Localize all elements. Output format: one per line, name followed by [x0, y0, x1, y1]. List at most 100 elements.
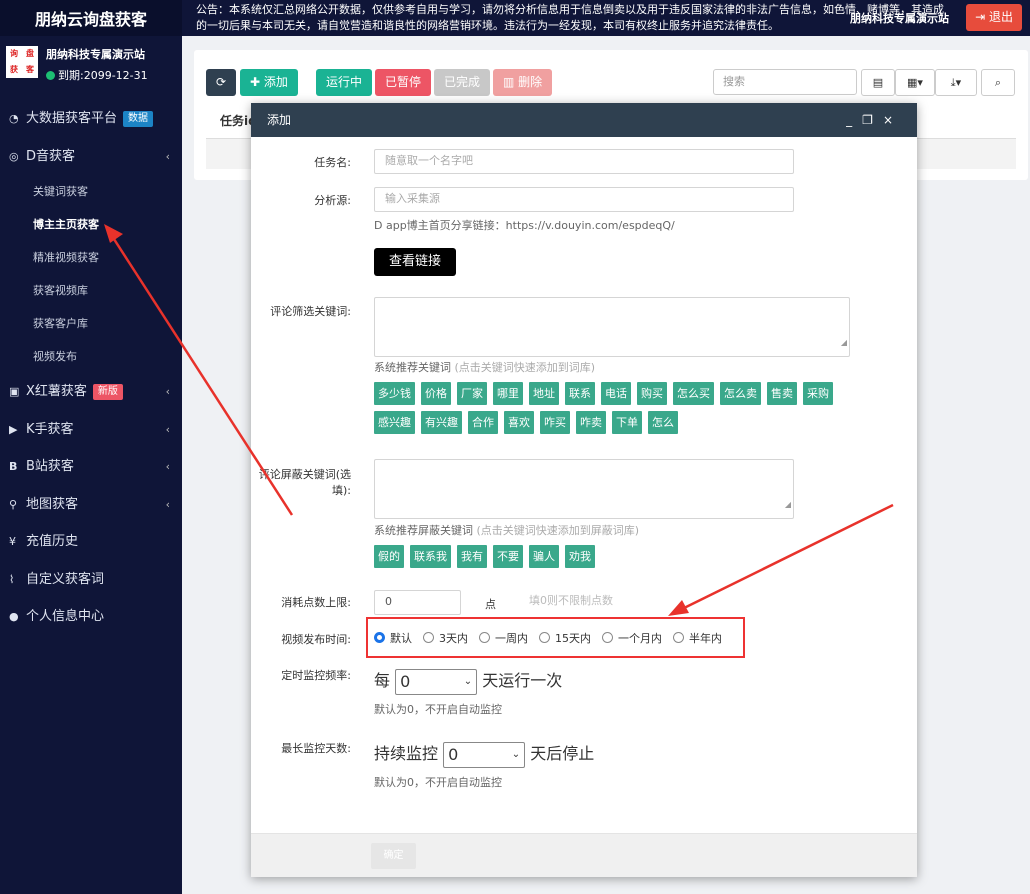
submenu-video-lib[interactable]: 获客视频库	[0, 274, 182, 307]
menu-item-profile[interactable]: ● 个人信息中心	[0, 598, 182, 636]
task-name-input[interactable]: 随意取一个名字吧	[374, 149, 794, 174]
confirm-button[interactable]: 确定	[371, 843, 416, 869]
download-icon: ⤓▾	[950, 76, 962, 89]
block-keyword-tag[interactable]: 不要	[493, 545, 523, 568]
keyword-tag[interactable]: 联系	[565, 382, 595, 405]
source-input[interactable]: 输入采集源	[374, 187, 794, 212]
keyword-tag[interactable]: 怎么买	[673, 382, 714, 405]
freq-select[interactable]: 0 ⌄	[395, 668, 478, 695]
block-keyword-textarea[interactable]: ◢	[374, 459, 794, 519]
search-button[interactable]: ⌕	[981, 69, 1015, 96]
menu-item-map[interactable]: ⚲ 地图获客 ‹	[0, 486, 182, 524]
submenu-customer-lib[interactable]: 获客客户库	[0, 307, 182, 340]
refresh-button[interactable]: ⟳	[206, 69, 236, 96]
submenu-video-publish[interactable]: 视频发布	[0, 340, 182, 373]
menu-item-kuaishou[interactable]: ▶ K手获客 ‹	[0, 411, 182, 449]
menu-item-bilibili[interactable]: B B站获客 ‹	[0, 448, 182, 486]
menu-item-custom-words[interactable]: ⌇ 自定义获客词	[0, 561, 182, 599]
keyword-tag[interactable]: 怎么	[648, 411, 678, 434]
kuaishou-icon: ▶	[9, 422, 18, 436]
search-input[interactable]: 搜索	[713, 69, 857, 95]
view-link-button[interactable]: 查看链接	[374, 248, 456, 276]
freq-value: 0	[400, 671, 411, 691]
menu-item-xiaohongshu[interactable]: ▣ X红薯获客 新版 ‹	[0, 373, 182, 411]
plus-icon: ✚	[250, 75, 264, 89]
keyword-tag[interactable]: 售卖	[767, 382, 797, 405]
keyword-tag[interactable]: 采购	[803, 382, 833, 405]
radio-label: 默认	[390, 631, 412, 645]
sidebar-menu: ◔ 大数据获客平台 数据 ◎ D音获客 ‹ 关键词获客 博主主页获客 精准视频获客 获客…	[0, 100, 182, 636]
keyword-tag[interactable]: 厂家	[457, 382, 487, 405]
window-controls: _❐×	[846, 103, 903, 137]
logout-label: 退出	[988, 10, 1013, 24]
block-keyword-tag[interactable]: 我有	[457, 545, 487, 568]
block-keyword-tag[interactable]: 劝我	[565, 545, 595, 568]
close-icon[interactable]: ×	[883, 113, 903, 127]
resize-handle-icon: ◢	[784, 500, 791, 509]
keyword-tag[interactable]: 喜欢	[504, 411, 534, 434]
radio-icon	[423, 632, 434, 643]
radio-checked-icon	[374, 632, 385, 643]
points-input[interactable]: 0	[374, 590, 461, 615]
modal-header: 添加 _❐×	[251, 103, 917, 137]
logout-button[interactable]: ⇥ 退出	[966, 4, 1022, 31]
restore-icon[interactable]: ❐	[862, 113, 883, 127]
keyword-tag[interactable]: 购买	[637, 382, 667, 405]
menu-item-recharge[interactable]: ¥ 充值历史	[0, 523, 182, 561]
keyword-tag[interactable]: 下单	[612, 411, 642, 434]
radio-15days[interactable]: 15天内	[539, 630, 591, 646]
add-button[interactable]: ✚ 添加	[240, 69, 298, 96]
radio-halfyear[interactable]: 半年内	[673, 630, 722, 646]
expire-text: 到期:2099-12-31	[58, 69, 148, 82]
xiaohongshu-icon: ▣	[9, 385, 20, 398]
menu-item-bigdata[interactable]: ◔ 大数据获客平台 数据	[0, 100, 182, 138]
radio-3days[interactable]: 3天内	[423, 630, 468, 646]
paused-button[interactable]: 已暂停	[375, 69, 432, 96]
toggle-view-button[interactable]: ▤	[861, 69, 895, 96]
days-label: 最长监控天数:	[281, 742, 351, 755]
delete-button[interactable]: ▥ 删除	[493, 69, 553, 96]
submenu-blogger[interactable]: 博主主页获客	[0, 208, 182, 241]
keyword-tag[interactable]: 电话	[601, 382, 631, 405]
keyword-tag[interactable]: 感兴趣	[374, 411, 415, 434]
keyword-tag[interactable]: 怎么卖	[720, 382, 761, 405]
block-keyword-tag[interactable]: 骗人	[529, 545, 559, 568]
submenu-keyword[interactable]: 关键词获客	[0, 175, 182, 208]
help-title: 系统推荐屏蔽关键词	[374, 524, 473, 537]
freq-prefix: 每	[374, 671, 391, 690]
export-button[interactable]: ⤓▾	[935, 69, 977, 96]
keyword-tag[interactable]: 咋卖	[576, 411, 606, 434]
keyword-tag[interactable]: 哪里	[493, 382, 523, 405]
keyword-tag[interactable]: 咋买	[540, 411, 570, 434]
modal-footer: 确定	[251, 833, 917, 877]
running-button[interactable]: 运行中	[316, 69, 373, 96]
comment-keyword-textarea[interactable]: ◢	[374, 297, 850, 357]
comment-keyword-label: 评论筛选关键词:	[270, 305, 351, 318]
grid-icon: ▦▾	[907, 76, 923, 89]
keyword-tag[interactable]: 地址	[529, 382, 559, 405]
douyin-icon: ◎	[9, 149, 19, 163]
topbar: 公告：本系统仅汇总网络公开数据，仅供参考自用与学习，请勿将分析信息用于信息倒卖以…	[182, 0, 1030, 36]
minimize-icon[interactable]: _	[846, 113, 862, 127]
site-name: 朋纳科技专属演示站	[850, 12, 949, 25]
keyword-tag[interactable]: 合作	[468, 411, 498, 434]
block-keyword-tag[interactable]: 联系我	[410, 545, 451, 568]
help-title: 系统推荐关键词	[374, 361, 451, 374]
radio-week[interactable]: 一周内	[479, 630, 528, 646]
block-keyword-tag[interactable]: 假的	[374, 545, 404, 568]
days-select[interactable]: 0 ⌄	[443, 741, 526, 768]
columns-button[interactable]: ▦▾	[895, 69, 935, 96]
menu-label: 地图获客	[26, 496, 79, 512]
list-icon: ▤	[872, 76, 884, 89]
keyword-tag[interactable]: 有兴趣	[421, 411, 462, 434]
days-row: 持续监控 0 ⌄ 天后停止	[374, 740, 594, 768]
submenu-precise-video[interactable]: 精准视频获客	[0, 241, 182, 274]
done-button[interactable]: 已完成	[434, 69, 491, 96]
logo-char: 获	[10, 65, 18, 74]
user-box: 询 盘 获 客 朋纳科技专属演示站 到期:2099-12-31	[0, 36, 182, 92]
menu-item-douyin[interactable]: ◎ D音获客 ‹	[0, 138, 182, 176]
keyword-tag[interactable]: 多少钱	[374, 382, 415, 405]
radio-default[interactable]: 默认	[374, 630, 412, 646]
radio-month[interactable]: 一个月内	[602, 630, 662, 646]
keyword-tag[interactable]: 价格	[421, 382, 451, 405]
